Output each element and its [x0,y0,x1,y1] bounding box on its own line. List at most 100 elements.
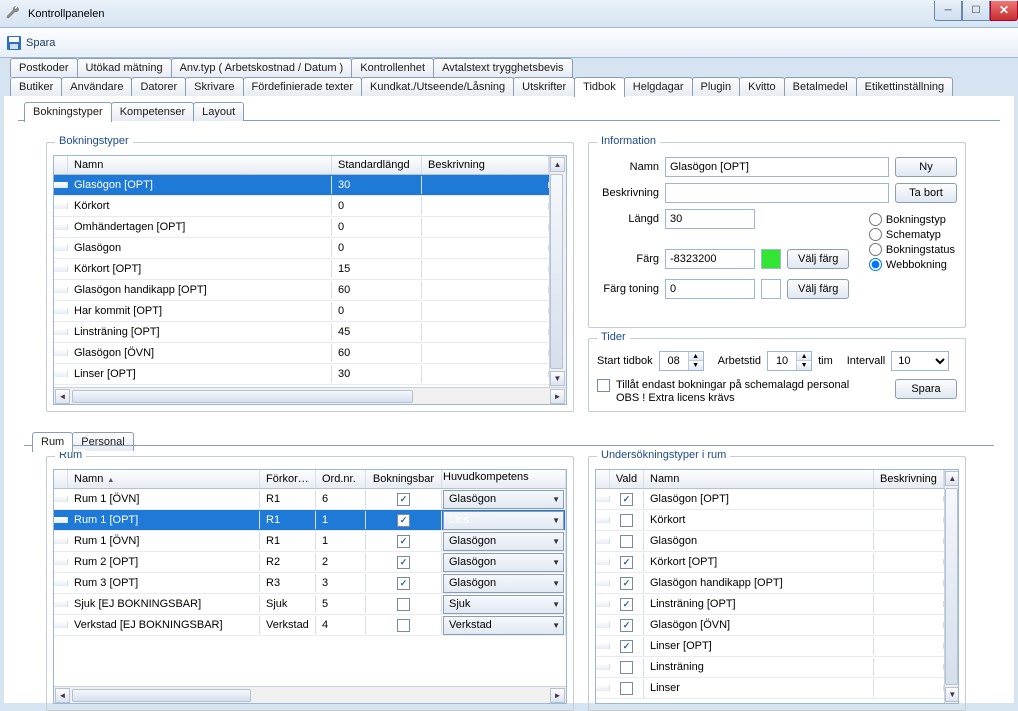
tab-plugin[interactable]: Plugin [692,77,741,96]
radio-schematyp[interactable]: Schematyp [869,228,955,241]
huvudkompetens-select[interactable]: Glasögon▼ [443,553,564,572]
tabort-button[interactable]: Ta bort [895,183,957,203]
valjfarg-button-1[interactable]: Välj färg [787,249,849,269]
vald-checkbox[interactable] [620,493,633,506]
column-header[interactable]: Namn [644,470,874,488]
window-close[interactable]: ✕ [990,1,1018,21]
tab-helgdagar[interactable]: Helgdagar [624,77,693,96]
tab-etikettinst-llning[interactable]: Etikettinställning [856,77,954,96]
vald-checkbox[interactable] [620,535,633,548]
tab-utskrifter[interactable]: Utskrifter [513,77,575,96]
column-header[interactable]: Förkortn. [260,470,316,488]
column-header[interactable]: Standardlängd [332,156,422,174]
huvudkompetens-select[interactable]: Lins▼ [443,511,564,530]
radio-webbokning[interactable]: Webbokning [869,258,955,271]
tab-postkoder[interactable]: Postkoder [10,58,78,77]
tab-kontrollenhet[interactable]: Kontrollenhet [351,58,434,77]
scroll-up-icon[interactable]: ▲ [550,157,565,172]
vald-checkbox[interactable] [620,661,633,674]
vald-checkbox[interactable] [620,682,633,695]
column-header[interactable]: Beskrivning [422,156,549,174]
scroll-thumb[interactable] [72,390,413,403]
table-row[interactable]: Glasögon [ÖVN]60 [54,343,549,364]
bokningsbar-checkbox[interactable] [397,556,410,569]
table-row[interactable]: Verkstad [EJ BOKNINGSBAR] Verkstad 4 Ver… [54,615,566,636]
table-row[interactable]: Linser [OPT]30 [54,364,549,385]
scroll-thumb[interactable] [945,488,958,685]
column-header[interactable]: Huvudkompetens [442,470,566,488]
window-minimize[interactable]: ─ [934,1,962,21]
radio-bokningstatus[interactable]: Bokningstatus [869,243,955,256]
table-row[interactable]: Har kommit [OPT]0 [54,301,549,322]
bokningsbar-checkbox[interactable] [397,619,410,632]
table-row[interactable]: Linsträning [OPT] [596,594,944,615]
tab-anv-ndare[interactable]: Användare [61,77,132,96]
table-row[interactable]: Körkort [OPT]15 [54,259,549,280]
table-row[interactable]: Körkort [596,510,944,531]
huvudkompetens-select[interactable]: Verkstad▼ [443,616,564,635]
column-header[interactable]: Namn [68,156,332,174]
column-header[interactable]: Namn▲ [68,470,260,488]
huvudkompetens-select[interactable]: Sjuk▼ [443,595,564,614]
tab-tidbok[interactable]: Tidbok [574,77,625,97]
save-button[interactable]: Spara [26,37,55,49]
huvudkompetens-select[interactable]: Glasögon▼ [443,574,564,593]
langd-input[interactable] [665,209,755,229]
column-header[interactable] [54,156,68,174]
beskrivning-input[interactable] [665,183,889,203]
tab-kvitto[interactable]: Kvitto [739,77,785,96]
vald-checkbox[interactable] [620,598,633,611]
ny-button[interactable]: Ny [895,157,957,177]
scroll-up-icon[interactable]: ▲ [945,471,958,486]
tab-anv-typ-arbetskostnad-datum-[interactable]: Anv.typ ( Arbetskostnad / Datum ) [171,58,353,77]
scroll-down-icon[interactable]: ▼ [550,371,565,386]
column-header[interactable]: Vald [610,470,644,488]
table-row[interactable]: Glasögon [OPT]30 [54,175,549,196]
table-row[interactable]: Linser [OPT] [596,636,944,657]
tab-betalmedel[interactable]: Betalmedel [784,77,857,96]
rum-table[interactable]: Namn▲Förkortn.Ord.nr.BokningsbarHuvudkom… [53,469,567,704]
farg-input[interactable] [665,249,755,269]
spara-button[interactable]: Spara [895,379,957,399]
tab-ut-kad-m-tning[interactable]: Utökad mätning [77,58,172,77]
table-row[interactable]: Glasögon [OPT] [596,489,944,510]
table-row[interactable]: Körkort0 [54,196,549,217]
tab-avtalstext-trygghetsbevis[interactable]: Avtalstext trygghetsbevis [433,58,572,77]
table-row[interactable]: Rum 1 [ÖVN] R1 6 Glasögon▼ [54,489,566,510]
vald-checkbox[interactable] [620,640,633,653]
tab-rum[interactable]: Rum [32,432,73,452]
radio-bokningstyp[interactable]: Bokningstyp [869,213,955,226]
tab-datorer[interactable]: Datorer [131,77,186,96]
column-header[interactable]: Ord.nr. [316,470,366,488]
allow-only-scheduled-checkbox[interactable] [597,379,610,392]
scroll-left-icon[interactable]: ◄ [55,688,70,703]
table-row[interactable]: Linsträning [596,657,944,678]
vald-checkbox[interactable] [620,556,633,569]
tab-kundkat-utseende-l-sning[interactable]: Kundkat./Utseende/Låsning [361,77,514,96]
table-row[interactable]: Rum 1 [ÖVN] R1 1 Glasögon▼ [54,531,566,552]
tab-skrivare[interactable]: Skrivare [185,77,243,96]
window-maximize[interactable]: ☐ [962,1,990,21]
fargtoning-input[interactable] [665,279,755,299]
valjfarg-button-2[interactable]: Välj färg [787,279,849,299]
column-header[interactable] [54,470,68,488]
table-row[interactable]: Rum 1 [OPT] R1 1 Lins▼ [54,510,566,531]
column-header[interactable] [596,470,610,488]
scroll-thumb[interactable] [72,689,251,702]
scroll-right-icon[interactable]: ► [550,389,565,404]
table-row[interactable]: Glasögon [ÖVN] [596,615,944,636]
bokningsbar-checkbox[interactable] [397,577,410,590]
scrollbar-horizontal[interactable]: ◄ ► [54,686,566,703]
table-row[interactable]: Rum 2 [OPT] R2 2 Glasögon▼ [54,552,566,573]
tab-f-rdefinierade-texter[interactable]: Fördefinierade texter [243,77,363,96]
tab-layout[interactable]: Layout [193,102,244,121]
table-row[interactable]: Rum 3 [OPT] R3 3 Glasögon▼ [54,573,566,594]
tab-bokningstyper[interactable]: Bokningstyper [24,102,112,122]
table-row[interactable]: Sjuk [EJ BOKNINGSBAR] Sjuk 5 Sjuk▼ [54,594,566,615]
scroll-left-icon[interactable]: ◄ [55,389,70,404]
undersok-table[interactable]: ValdNamnBeskrivning Glasögon [OPT] Körko… [595,469,959,704]
scrollbar-vertical[interactable]: ▲ ▼ [549,156,566,387]
vald-checkbox[interactable] [620,577,633,590]
table-row[interactable]: Glasögon handikapp [OPT] [596,573,944,594]
start-tidbok-spinner[interactable]: ▲▼ [659,351,704,371]
